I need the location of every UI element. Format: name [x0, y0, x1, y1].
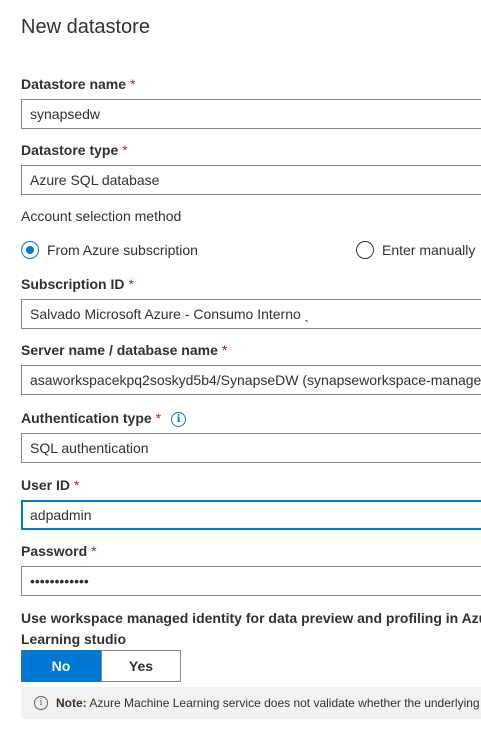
- managed-identity-label: Use workspace managed identity for data …: [21, 610, 481, 647]
- radio-label: From Azure subscription: [47, 242, 198, 258]
- required-marker: *: [128, 276, 134, 292]
- datastore-name-input[interactable]: synapsedw: [21, 99, 481, 129]
- authentication-type-label: Authentication type * i: [21, 410, 187, 427]
- datastore-type-label: Datastore type *: [21, 142, 128, 158]
- account-selection-label: Account selection method: [21, 208, 182, 224]
- required-marker: *: [155, 410, 162, 426]
- datastore-name-label: Datastore name *: [21, 76, 136, 92]
- required-marker: *: [130, 76, 136, 92]
- authentication-type-dropdown[interactable]: SQL authentication: [21, 433, 481, 463]
- password-label: Password *: [21, 543, 97, 559]
- info-icon[interactable]: i: [171, 412, 187, 427]
- required-marker: *: [221, 342, 228, 358]
- note-prefix: Note:: [56, 696, 87, 710]
- yes-button[interactable]: Yes: [101, 650, 181, 682]
- user-id-input[interactable]: adpadmin: [21, 500, 481, 530]
- note-banner: i Note: Azure Machine Learning service d…: [21, 687, 481, 719]
- note-text: Azure Machine Learning service does not …: [86, 696, 480, 710]
- radio-label: Enter manually: [382, 242, 476, 258]
- server-name-label: Server name / database name *: [21, 342, 228, 358]
- radio-checked-icon: [21, 241, 39, 259]
- datastore-type-dropdown[interactable]: Azure SQL database: [21, 165, 481, 195]
- subscription-id-label: Subscription ID *: [21, 276, 134, 292]
- user-id-label: User ID *: [21, 477, 80, 493]
- page-title: New datastore: [21, 16, 150, 38]
- password-input[interactable]: ••••••••••••: [21, 566, 481, 596]
- required-marker: *: [122, 142, 128, 158]
- required-marker: *: [74, 477, 80, 493]
- info-icon: i: [34, 696, 48, 710]
- server-name-dropdown[interactable]: asaworkspacekpq2soskyd5b4/SynapseDW (syn…: [21, 365, 481, 395]
- subscription-id-dropdown[interactable]: Salvado Microsoft Azure - Consumo Intern…: [21, 299, 481, 329]
- radio-unchecked-icon: [356, 241, 374, 259]
- no-button[interactable]: No: [21, 650, 101, 682]
- radio-enter-manually[interactable]: Enter manually: [356, 241, 475, 259]
- required-marker: *: [91, 543, 97, 559]
- radio-from-azure-subscription[interactable]: From Azure subscription: [21, 241, 198, 259]
